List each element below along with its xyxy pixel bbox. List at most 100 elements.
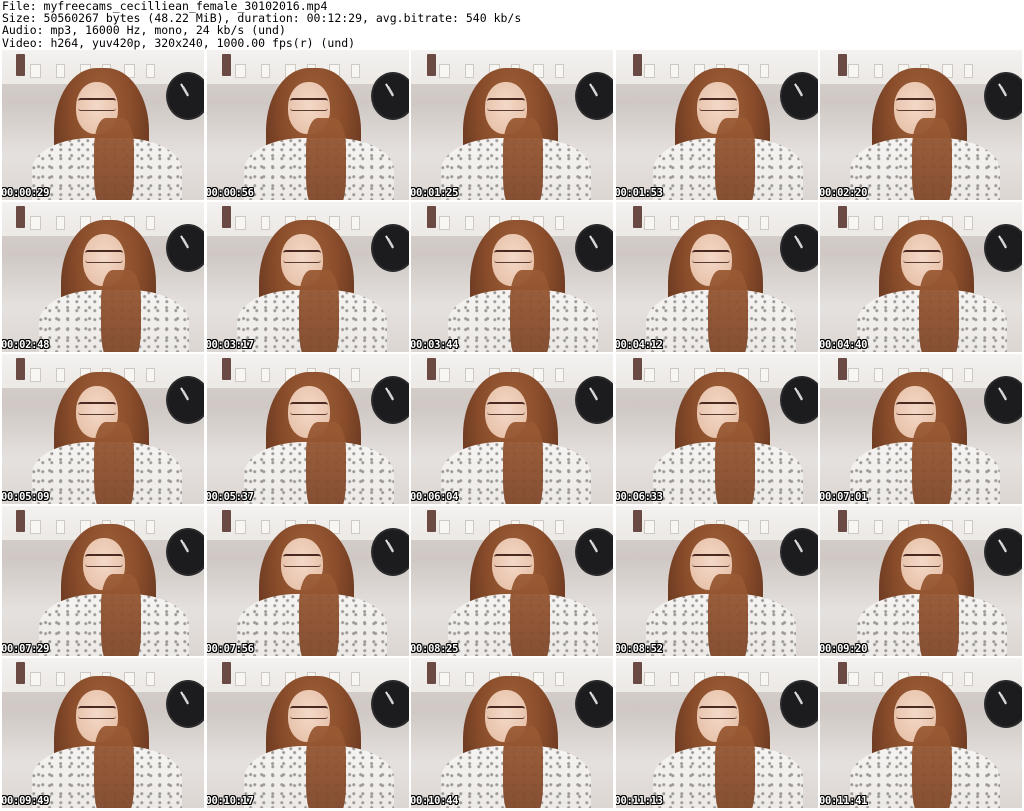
thumbnail-timestamp: 00:09:20 — [820, 643, 868, 655]
shelf-binder — [427, 206, 436, 228]
front-hair-shape — [101, 270, 141, 352]
thumbnail-timestamp: 00:09:49 — [2, 795, 50, 807]
video-thumbnail[interactable]: 00:09:20 — [820, 506, 1022, 656]
video-thumbnail[interactable]: 00:08:52 — [615, 506, 818, 656]
thumbnail-timestamp: 00:07:29 — [2, 643, 50, 655]
shelf-binder — [632, 54, 642, 76]
glasses-shape — [903, 554, 941, 567]
video-thumbnail[interactable]: 00:02:48 — [2, 202, 204, 352]
person-figure — [24, 68, 182, 200]
front-hair-shape — [298, 574, 339, 656]
front-hair-shape — [298, 270, 339, 352]
shelf-binder — [221, 54, 231, 76]
glasses-shape — [494, 250, 532, 263]
person-figure — [31, 220, 189, 352]
front-hair-shape — [707, 270, 748, 352]
person-figure — [31, 524, 189, 656]
glasses-shape — [691, 554, 730, 567]
thumbnail-timestamp: 00:02:48 — [2, 339, 50, 351]
video-thumbnail[interactable]: 00:09:49 — [2, 658, 204, 808]
glasses-shape — [85, 250, 123, 263]
audio-info-line: Audio: mp3, 16000 Hz, mono, 24 kb/s (und… — [2, 23, 286, 38]
video-thumbnail[interactable]: 00:05:09 — [2, 354, 204, 504]
shelf-binder — [16, 510, 25, 532]
front-hair-shape — [707, 574, 748, 656]
video-thumbnail[interactable]: 00:07:56 — [206, 506, 409, 656]
video-thumbnail[interactable]: 00:10:44 — [411, 658, 613, 808]
front-hair-shape — [714, 422, 755, 504]
front-hair-shape — [912, 118, 952, 200]
person-figure — [645, 676, 803, 808]
glasses-shape — [494, 554, 532, 567]
glasses-shape — [282, 250, 321, 263]
video-thumbnail[interactable]: 00:00:56 — [206, 50, 409, 200]
video-thumbnail[interactable]: 00:06:33 — [615, 354, 818, 504]
thumbnail-timestamp: 00:08:52 — [615, 643, 663, 655]
thumbnail-timestamp: 00:08:25 — [411, 643, 459, 655]
glasses-shape — [903, 250, 941, 263]
front-hair-shape — [503, 726, 543, 808]
glasses-shape — [691, 250, 730, 263]
video-thumbnail[interactable]: 00:01:53 — [615, 50, 818, 200]
glasses-shape — [698, 402, 737, 415]
thumbnail-timestamp: 00:10:17 — [206, 795, 254, 807]
thumbnail-grid: 00:00:29 00:00:56 00:01:25 00:01:53 00:02:20… — [2, 50, 1022, 811]
thumbnail-timestamp: 00:05:09 — [2, 491, 50, 503]
video-thumbnail[interactable]: 00:06:04 — [411, 354, 613, 504]
video-thumbnail[interactable]: 00:04:40 — [820, 202, 1022, 352]
front-hair-shape — [919, 574, 959, 656]
person-figure — [229, 220, 387, 352]
front-hair-shape — [503, 118, 543, 200]
video-thumbnail[interactable]: 00:04:12 — [615, 202, 818, 352]
video-thumbnail[interactable]: 00:11:13 — [615, 658, 818, 808]
person-figure — [638, 524, 796, 656]
video-info-line: Video: h264, yuv420p, 320x240, 1000.00 f… — [2, 35, 356, 50]
front-hair-shape — [912, 726, 952, 808]
front-hair-shape — [305, 422, 346, 504]
video-thumbnail[interactable]: 00:00:29 — [2, 50, 204, 200]
person-figure — [842, 68, 1000, 200]
video-thumbnail[interactable]: 00:07:29 — [2, 506, 204, 656]
person-figure — [440, 524, 598, 656]
glasses-shape — [487, 402, 525, 415]
person-figure — [440, 220, 598, 352]
front-hair-shape — [94, 118, 134, 200]
glasses-shape — [896, 402, 934, 415]
thumbnail-timestamp: 00:04:12 — [615, 339, 663, 351]
video-thumbnail[interactable]: 00:10:17 — [206, 658, 409, 808]
shelf-binder — [838, 510, 847, 532]
shelf-binder — [838, 206, 847, 228]
front-hair-shape — [510, 574, 550, 656]
person-figure — [433, 676, 591, 808]
video-thumbnail[interactable]: 00:05:37 — [206, 354, 409, 504]
video-thumbnail[interactable]: 00:01:25 — [411, 50, 613, 200]
thumbnail-timestamp: 00:01:25 — [411, 187, 459, 199]
person-figure — [849, 220, 1007, 352]
thumbnail-timestamp: 00:10:44 — [411, 795, 459, 807]
person-figure — [842, 676, 1000, 808]
glasses-shape — [896, 98, 934, 111]
front-hair-shape — [305, 726, 346, 808]
shelf-binder — [632, 662, 642, 684]
thumbnail-timestamp: 00:06:33 — [615, 491, 663, 503]
front-hair-shape — [94, 422, 134, 504]
person-figure — [638, 220, 796, 352]
glasses-shape — [487, 706, 525, 719]
thumbnail-timestamp: 00:03:44 — [411, 339, 459, 351]
person-figure — [236, 676, 394, 808]
thumbnail-timestamp: 00:01:53 — [615, 187, 663, 199]
video-thumbnail[interactable]: 00:11:41 — [820, 658, 1022, 808]
person-figure — [236, 68, 394, 200]
glasses-shape — [487, 98, 525, 111]
video-thumbnail[interactable]: 00:07:01 — [820, 354, 1022, 504]
video-thumbnail[interactable]: 00:08:25 — [411, 506, 613, 656]
person-figure — [433, 68, 591, 200]
shelf-binder — [427, 510, 436, 532]
video-thumbnail[interactable]: 00:02:20 — [820, 50, 1022, 200]
glasses-shape — [282, 554, 321, 567]
thumbnail-timestamp: 00:03:17 — [206, 339, 254, 351]
file-info-header: File: myfreecams_cecilliean_female_30102… — [2, 0, 521, 49]
video-thumbnail[interactable]: 00:03:44 — [411, 202, 613, 352]
video-thumbnail[interactable]: 00:03:17 — [206, 202, 409, 352]
glasses-shape — [78, 98, 116, 111]
